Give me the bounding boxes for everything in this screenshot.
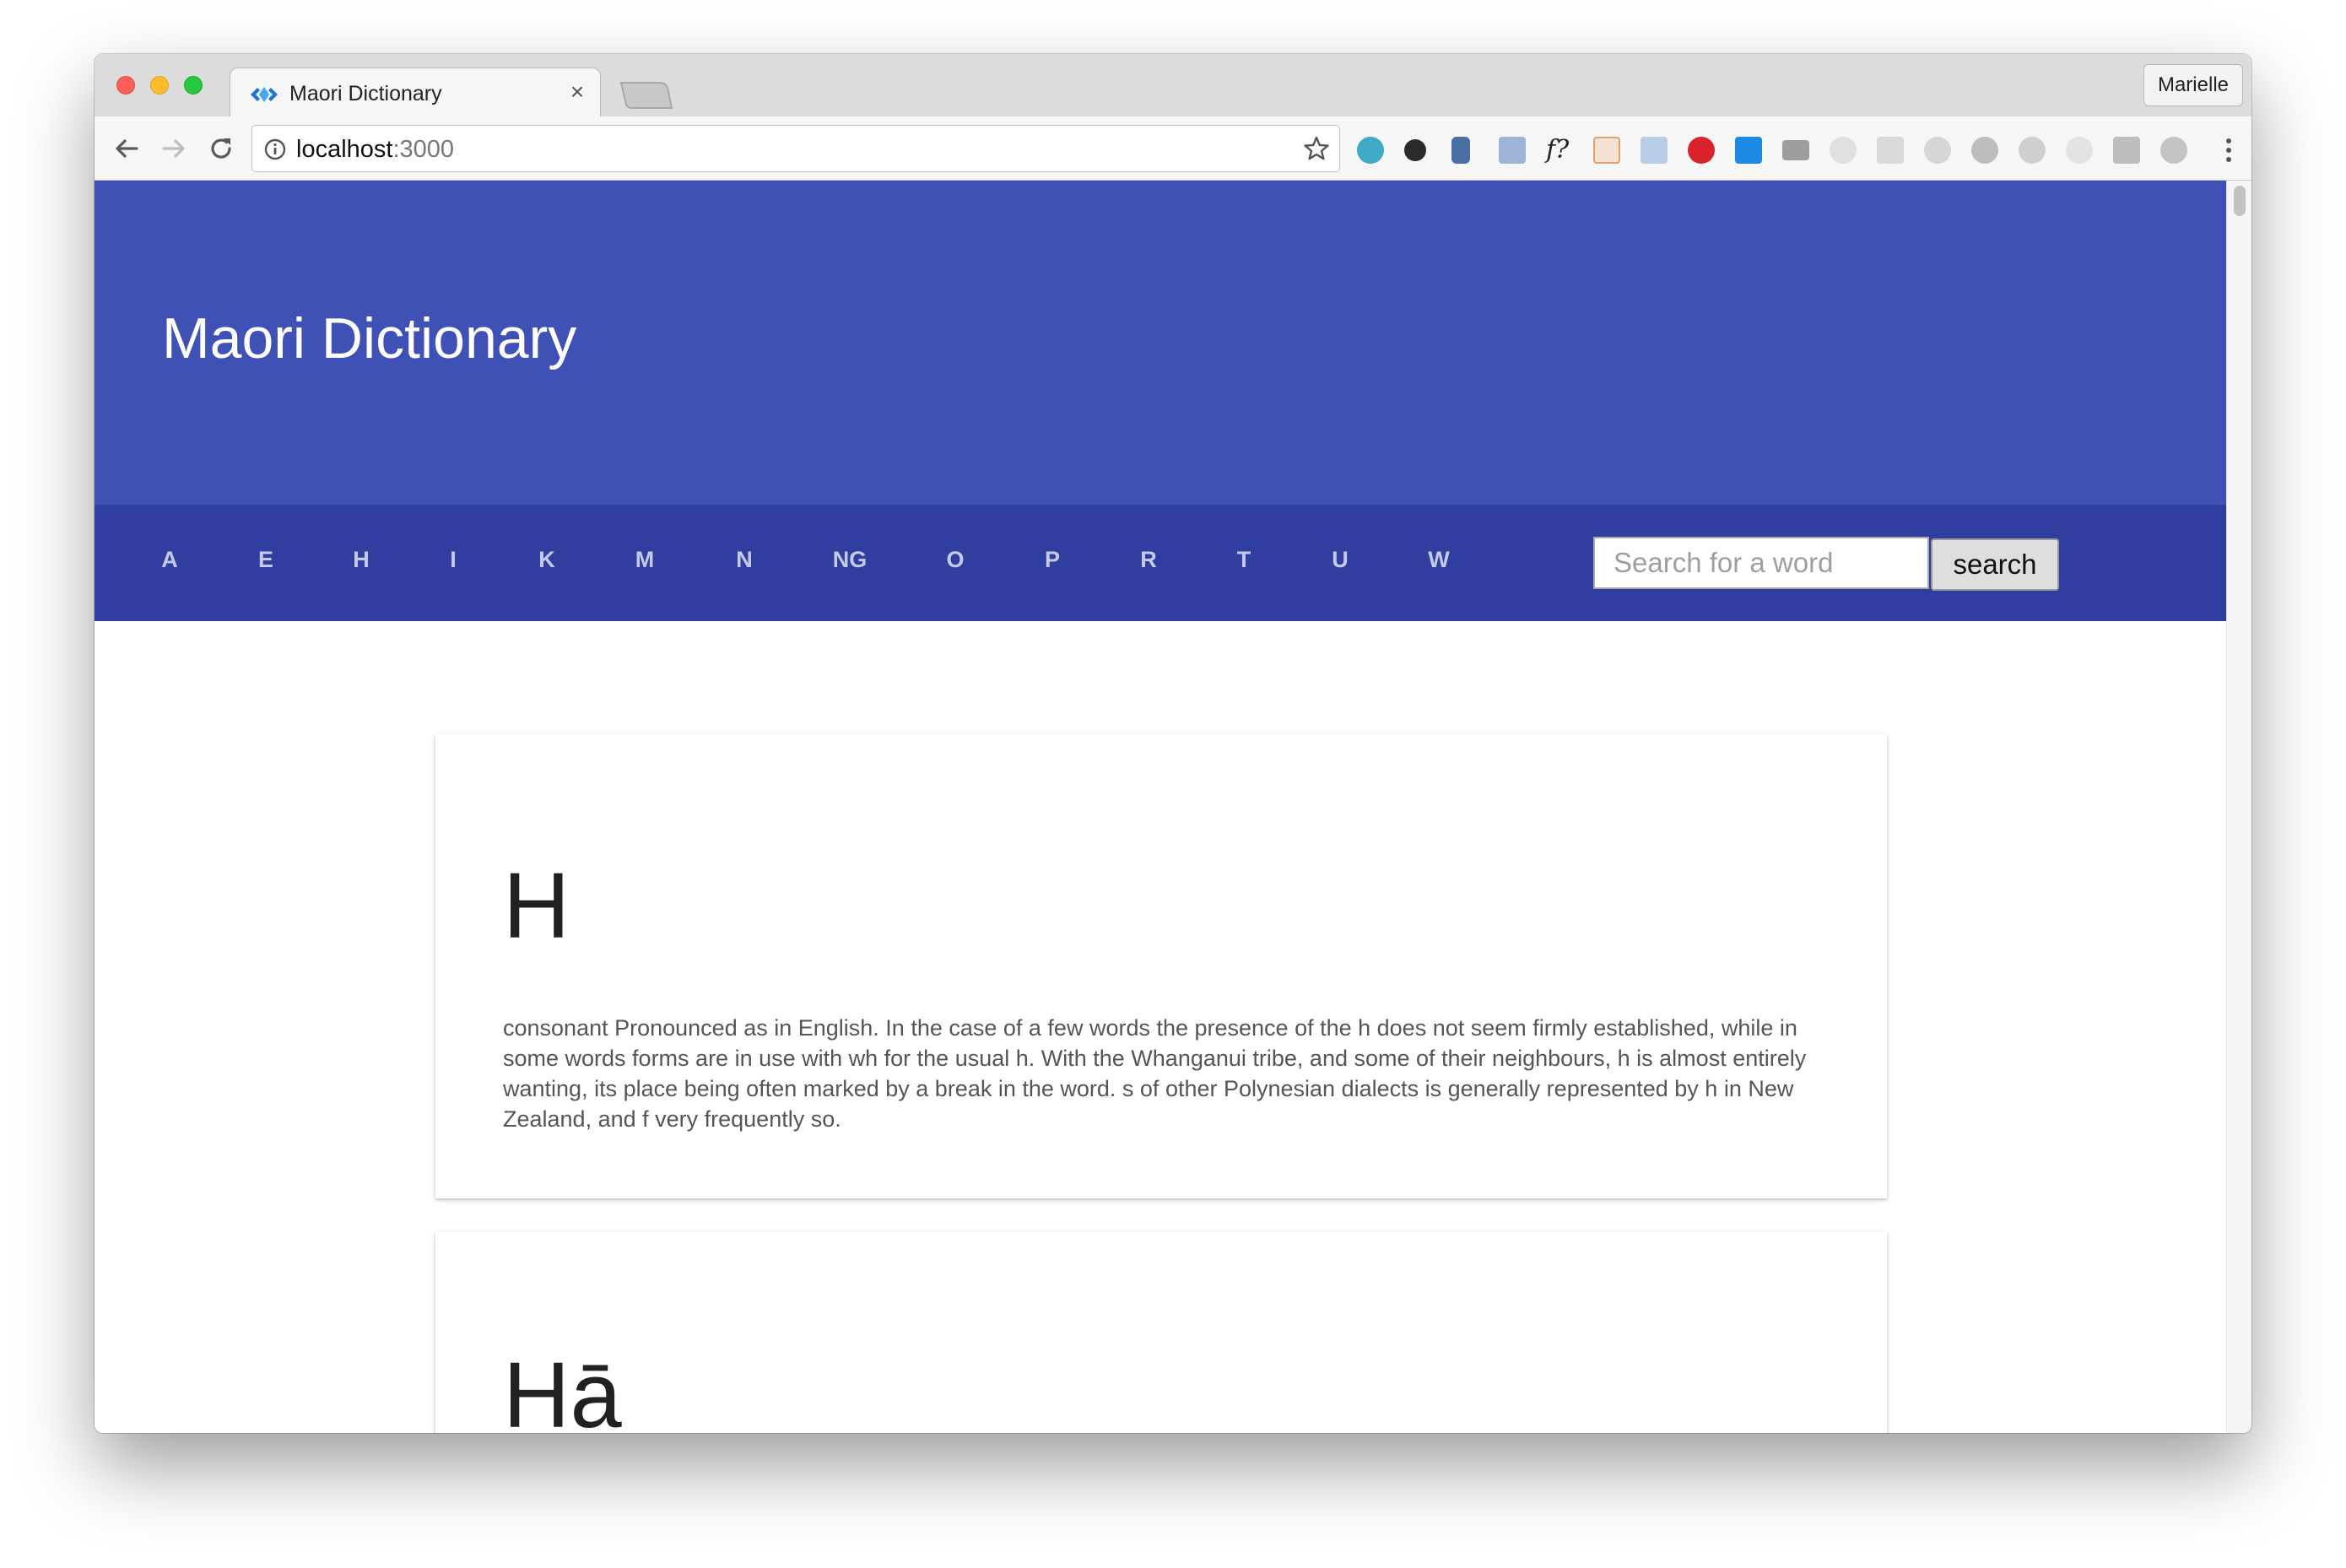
letter-link-u[interactable]: U [1311,547,1370,573]
card-word: Hā [503,1344,622,1433]
reload-icon[interactable] [203,130,240,167]
word-card: H consonant Pronounced as in English. In… [435,734,1887,1198]
letter-link-t[interactable]: T [1214,547,1273,573]
tab-maori-dictionary[interactable]: Maori Dictionary × [230,68,601,118]
address-bar[interactable]: localhost:3000 [251,125,1340,172]
extension-refresh-icon[interactable] [1830,137,1857,164]
extension-calendar-icon[interactable] [1593,137,1620,164]
extension-compass-icon[interactable] [1971,137,1998,164]
profile-button[interactable]: Marielle [2143,64,2243,106]
extension-gear-icon[interactable] [1404,139,1426,161]
url-host: localhost [296,136,393,163]
letter-link-i[interactable]: I [424,547,483,573]
close-window-button[interactable] [116,76,135,95]
info-icon[interactable] [262,137,288,162]
extension-download-icon[interactable] [1735,137,1762,164]
search-button[interactable]: search [1931,538,2059,591]
extension-folder-icon[interactable] [1641,137,1668,164]
card-word: H [503,854,570,958]
extension-atom-icon[interactable] [2066,137,2093,164]
letter-link-w[interactable]: W [1409,547,1468,573]
address-url: localhost:3000 [296,136,454,164]
browser-window: Maori Dictionary × Marielle localhost:30… [95,54,2251,1433]
letter-link-k[interactable]: K [517,547,576,573]
forward-arrow-icon[interactable] [155,130,192,167]
page-scrollbar[interactable] [2226,181,2251,1433]
extension-window-icon[interactable] [1499,137,1526,164]
letter-link-ng[interactable]: NG [820,547,879,573]
letter-link-r[interactable]: R [1119,547,1178,573]
page-viewport: Maori Dictionary A E H I K M N NG O P R … [95,181,2251,1433]
site-header: Maori Dictionary [95,181,2226,505]
star-icon[interactable] [1302,134,1331,163]
minimize-window-button[interactable] [150,76,169,95]
extension-font-icon[interactable]: f? [1546,137,1573,164]
extension-database-icon[interactable] [1451,137,1470,164]
extension-power-icon[interactable] [2019,137,2046,164]
letter-link-a[interactable]: A [140,547,199,573]
scrollbar-thumb[interactable] [2234,186,2246,216]
back-arrow-icon[interactable] [108,130,145,167]
letter-nav: A E H I K M N NG O P R T U W search [95,505,2226,621]
extension-sync-icon[interactable] [1357,137,1384,164]
letter-link-e[interactable]: E [236,547,295,573]
tab-title: Maori Dictionary [289,82,442,105]
search-input[interactable] [1593,537,1929,589]
letter-link-h[interactable]: H [332,547,391,573]
card-definition: consonant Pronounced as in English. In t… [503,1015,1807,1132]
favicon-icon [251,87,278,102]
extension-club-icon[interactable] [2160,137,2187,164]
site-title: Maori Dictionary [162,306,577,370]
tab-strip: Maori Dictionary × Marielle [95,54,2251,118]
letter-link-p[interactable]: P [1023,547,1082,573]
url-port: :3000 [392,136,455,163]
letter-link-m[interactable]: M [615,547,674,573]
zoom-window-button[interactable] [184,76,203,95]
new-tab-button[interactable] [619,81,673,110]
word-card: Hā [435,1232,1887,1433]
letter-link-o[interactable]: O [926,547,985,573]
extension-image-icon[interactable] [2113,137,2140,164]
extension-grid-icon[interactable] [1877,137,1904,164]
close-tab-icon[interactable]: × [565,78,590,105]
menu-dots-icon[interactable] [2224,137,2233,164]
extension-camera-icon[interactable] [1782,140,1809,160]
extension-settings-icon[interactable] [1924,137,1951,164]
extension-pinterest-icon[interactable] [1688,137,1715,164]
browser-toolbar: localhost:3000 f? [95,116,2251,181]
letter-link-n[interactable]: N [715,547,774,573]
